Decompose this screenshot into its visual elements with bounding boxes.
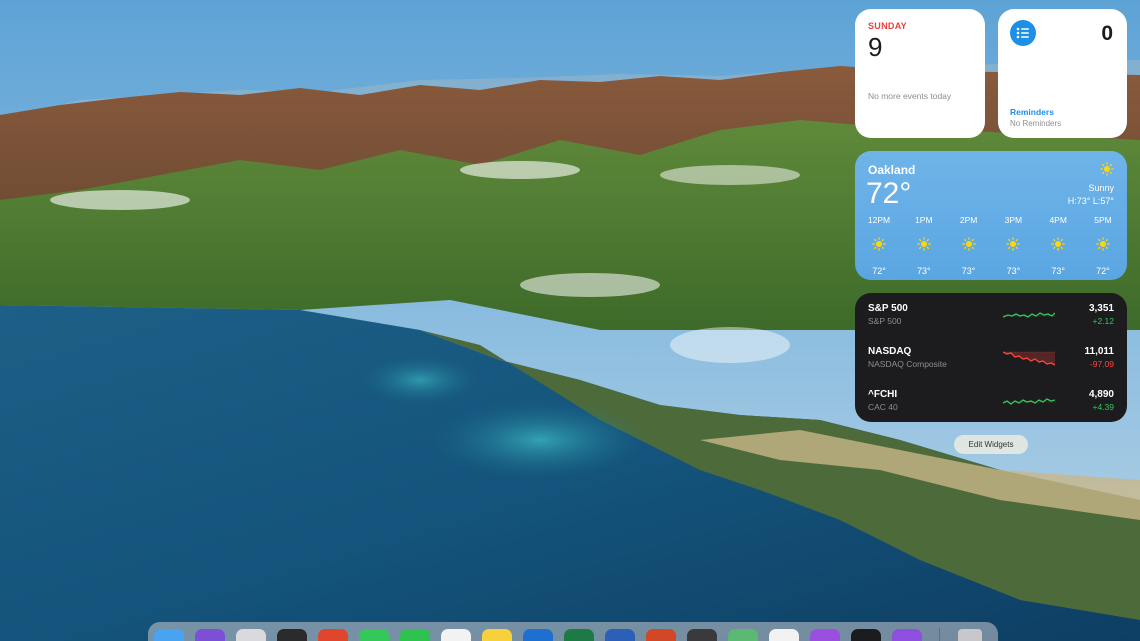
stock-price: 3,351 [1088,303,1114,314]
weather-temperature: 72° [866,177,912,210]
launchpad-icon[interactable] [236,629,266,641]
app-icon[interactable] [277,629,307,641]
hour-temp: 72° [1096,266,1110,276]
activity-monitor-icon[interactable] [687,629,717,641]
maps-icon[interactable] [728,629,758,641]
dock [148,622,998,641]
hour-temp: 73° [1051,266,1065,276]
powerpoint-icon[interactable] [646,629,676,641]
hour-time: 3PM [1004,215,1023,225]
calendar-day: SUNDAY [868,21,907,31]
slack-icon[interactable] [441,629,471,641]
hourly-item: 3PM 73° [995,215,1031,276]
stock-sparkline [1003,398,1055,405]
stock-sparkline [1003,312,1055,318]
terminal-icon[interactable] [851,629,881,641]
hourly-item: 4PM 73° [1040,215,1076,276]
hour-time: 1PM [915,215,933,225]
reminders-widget[interactable]: 0 Reminders No Reminders [998,9,1127,138]
stock-name: S&P 500 [868,316,902,326]
sun-icon [1096,237,1110,256]
hourly-item: 2PM 73° [951,215,987,276]
word-icon[interactable] [605,629,635,641]
siri-icon[interactable] [195,629,225,641]
hour-temp: 72° [872,266,886,276]
sun-icon [916,237,931,256]
hour-time: 12PM [867,215,891,225]
photos-icon[interactable] [769,629,799,641]
facetime-icon[interactable] [400,629,430,641]
app-store-icon[interactable] [892,629,922,641]
sun-icon [1051,237,1065,256]
hourly-item: 1PM 73° [906,215,942,276]
messages-icon[interactable] [359,629,389,641]
podcasts-icon[interactable] [810,629,840,641]
stock-change: +2.12 [1092,316,1114,326]
stock-symbol: NASDAQ [868,346,912,357]
edit-widgets-button[interactable]: Edit Widgets [954,435,1028,454]
stock-change: +4.39 [1092,402,1114,412]
finder-icon[interactable] [154,629,184,641]
hour-time: 4PM [1049,215,1067,225]
weather-condition: Sunny [1088,183,1114,193]
hour-time: 2PM [959,215,978,225]
stock-price: 4,890 [1088,389,1114,400]
hour-temp: 73° [961,266,976,276]
hour-time: 5PM [1094,215,1112,225]
calendar-widget[interactable]: SUNDAY 9 No more events today [855,9,985,138]
weather-hourly-forecast: 12PM 72° 1PM 73° 2PM 73° 3PM 73° 4PM 73°… [861,215,1121,276]
hourly-item: 5PM 72° [1085,215,1121,276]
hourly-item: 12PM 72° [861,215,897,276]
stock-row[interactable]: ^FCHI CAC 40 4,890 +4.39 [868,389,1114,419]
hour-temp: 73° [916,266,931,276]
calendar-note: No more events today [868,91,952,101]
sun-icon [1006,237,1021,256]
hour-temp: 73° [1006,266,1021,276]
chrome-icon[interactable] [318,629,348,641]
notes-icon[interactable] [482,629,512,641]
stock-name: NASDAQ Composite [868,359,947,369]
stock-sparkline [1003,351,1055,366]
dock-separator [939,628,940,641]
trash-icon[interactable] [958,629,982,641]
stock-price: 11,011 [1084,346,1114,357]
list-icon [1010,20,1036,46]
excel-icon[interactable] [564,629,594,641]
stock-row[interactable]: NASDAQ NASDAQ Composite 11,011 -97.09 [868,346,1114,376]
stock-row[interactable]: S&P 500 S&P 500 3,351 +2.12 [868,303,1114,333]
stocks-widget[interactable]: S&P 500 S&P 500 3,351 +2.12 NASDAQ NASDA… [855,293,1127,422]
weather-city: Oakland [868,163,916,177]
weather-widget[interactable]: Oakland 72° Sunny H:73° L:57° 12PM 72° 1… [855,151,1127,280]
calendar-date: 9 [868,32,883,62]
weather-high-low: H:73° L:57° [1067,196,1114,206]
stock-symbol: ^FCHI [868,389,898,400]
reminders-title: Reminders [1010,107,1054,117]
sun-icon [961,237,976,256]
reminders-count: 0 [1101,22,1113,45]
outlook-icon[interactable] [523,629,553,641]
sun-icon [1100,162,1114,181]
stock-name: CAC 40 [868,402,898,412]
stock-symbol: S&P 500 [868,303,908,314]
stock-change: -97.09 [1089,359,1114,369]
reminders-subtitle: No Reminders [1010,119,1062,128]
sun-icon [872,237,886,256]
